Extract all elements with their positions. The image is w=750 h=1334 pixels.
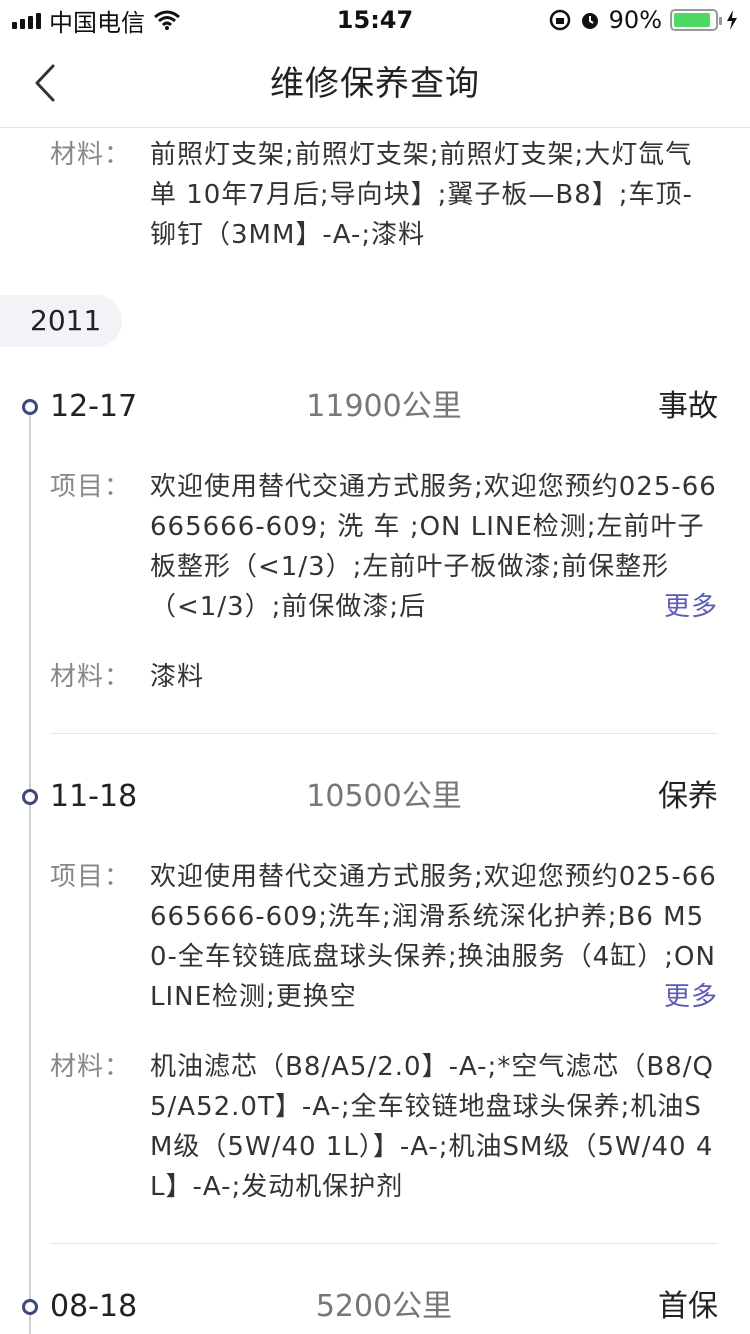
timeline-dot bbox=[22, 399, 38, 415]
nav-bar: 维修保养查询 bbox=[0, 40, 750, 128]
prev-materials-row: 材料： 前照灯支架;前照灯支架;前照灯支架;大灯氙气 单 10年7月后;导向块】… bbox=[50, 135, 718, 255]
status-right: 90% bbox=[549, 6, 738, 34]
record-mileage: 11900公里 bbox=[306, 389, 462, 424]
timeline-dot bbox=[22, 1299, 38, 1315]
record-type: 事故 bbox=[658, 389, 718, 424]
record-header: 12-17 11900公里 事故 bbox=[50, 382, 718, 432]
more-link[interactable]: 更多 bbox=[603, 977, 718, 1017]
carrier-label: 中国电信 bbox=[49, 8, 145, 37]
record-header: 11-18 10500公里 保养 bbox=[50, 772, 718, 822]
items-row: 项目： 欢迎使用替代交通方式服务;欢迎您预约025-66665666-609; … bbox=[50, 467, 718, 627]
year-header: 2011 bbox=[0, 295, 122, 347]
materials-row: 材料： 机油滤芯（B8/A5/2.0】-A-;*空气滤芯（B8/Q5/A52.0… bbox=[50, 1047, 718, 1207]
battery-fill bbox=[674, 13, 710, 27]
record-type: 首保 bbox=[658, 1289, 718, 1324]
battery-percent: 90% bbox=[608, 6, 662, 34]
materials-label: 材料： bbox=[50, 1052, 132, 1082]
items-label: 项目： bbox=[50, 862, 132, 892]
record-mileage: 10500公里 bbox=[306, 779, 462, 814]
status-bar: 中国电信 15:47 90% bbox=[0, 0, 750, 40]
wifi-icon bbox=[154, 10, 180, 30]
items-label: 项目： bbox=[50, 472, 132, 502]
status-left: 中国电信 bbox=[12, 3, 181, 38]
more-link[interactable]: 更多 bbox=[603, 587, 718, 627]
charging-bolt-icon bbox=[727, 10, 737, 30]
signal-icon bbox=[12, 11, 41, 29]
page-title: 维修保养查询 bbox=[270, 64, 480, 104]
record-mileage: 5200公里 bbox=[315, 1289, 453, 1324]
materials-value: 机油滤芯（B8/A5/2.0】-A-;*空气滤芯（B8/Q5/A52.0T】-A… bbox=[150, 1052, 714, 1202]
materials-row: 材料： 漆料 bbox=[50, 657, 718, 697]
materials-value: 漆料 bbox=[150, 662, 205, 692]
battery-icon bbox=[670, 9, 722, 31]
record-type: 保养 bbox=[658, 779, 718, 814]
items-row: 项目： 欢迎使用替代交通方式服务;欢迎您预约025-66665666-609;洗… bbox=[50, 857, 718, 1017]
items-value-wrap: 欢迎使用替代交通方式服务;欢迎您预约025-66665666-609; 洗 车 … bbox=[150, 467, 718, 627]
materials-label: 材料： bbox=[50, 140, 132, 170]
items-value-wrap: 欢迎使用替代交通方式服务;欢迎您预约025-66665666-609;洗车;润滑… bbox=[150, 857, 718, 1017]
materials-label: 材料： bbox=[50, 662, 132, 692]
timeline-dot bbox=[22, 789, 38, 805]
record-header: 08-18 5200公里 首保 bbox=[50, 1282, 718, 1332]
orientation-lock-icon bbox=[549, 9, 570, 31]
timeline-line bbox=[29, 407, 31, 1334]
alarm-icon bbox=[581, 13, 598, 29]
record-list[interactable]: 材料： 前照灯支架;前照灯支架;前照灯支架;大灯氙气 单 10年7月后;导向块】… bbox=[0, 129, 750, 1334]
record-divider bbox=[50, 733, 718, 734]
record-divider bbox=[50, 1243, 718, 1244]
materials-value: 前照灯支架;前照灯支架;前照灯支架;大灯氙气 单 10年7月后;导向块】;翼子板… bbox=[150, 140, 693, 250]
